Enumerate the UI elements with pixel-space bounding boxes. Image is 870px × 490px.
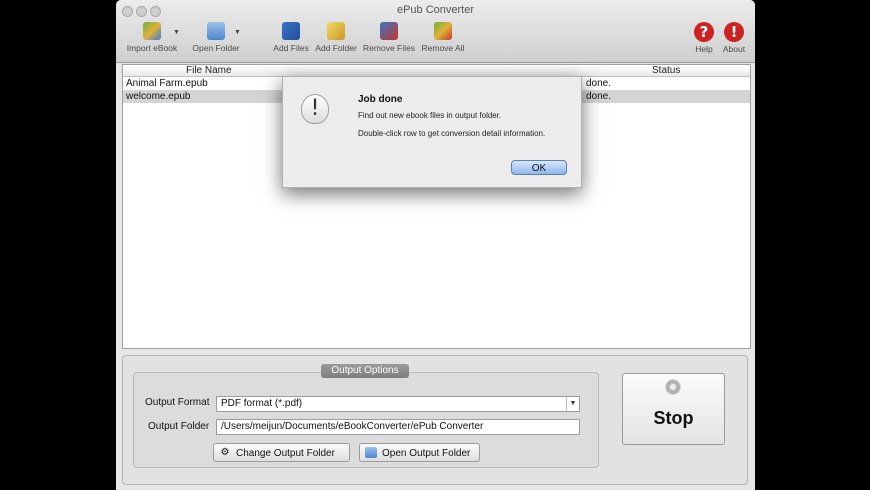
- status-cell: done.: [586, 78, 612, 89]
- chevron-down-icon: ▼: [566, 397, 579, 411]
- open-output-folder-button[interactable]: Open Output Folder: [359, 443, 480, 462]
- column-header-file-name[interactable]: File Name: [186, 65, 232, 77]
- add-files-label: Add Files: [273, 43, 309, 53]
- open-folder-button[interactable]: Open Folder: [190, 22, 242, 53]
- change-output-folder-button[interactable]: ⚙ Change Output Folder: [213, 443, 350, 462]
- remove-all-button[interactable]: Remove All: [420, 22, 466, 53]
- about-label: About: [722, 44, 746, 54]
- open-folder-dropdown-arrow-icon[interactable]: ▼: [234, 29, 241, 36]
- about-button[interactable]: ! About: [720, 22, 748, 54]
- output-folder-label: Output Folder: [148, 421, 210, 432]
- ok-button[interactable]: OK: [511, 160, 567, 175]
- stop-button[interactable]: Stop: [622, 373, 725, 445]
- folder-window-icon: [365, 447, 377, 458]
- output-format-label: Output Format: [145, 397, 210, 408]
- gear-icon: [665, 379, 681, 395]
- gear-icon: ⚙: [220, 447, 230, 458]
- books-icon: [143, 22, 161, 40]
- stop-label: Stop: [653, 408, 694, 428]
- change-output-folder-label: Change Output Folder: [236, 448, 335, 459]
- add-book-icon: [282, 22, 300, 40]
- title-toolbar: ePub Converter Import eBook ▼ Open Folde…: [116, 0, 755, 63]
- remove-all-books-icon: [434, 22, 452, 40]
- output-format-value: PDF format (*.pdf): [221, 398, 303, 409]
- app-window: ePub Converter Import eBook ▼ Open Folde…: [116, 0, 755, 490]
- import-ebook-button[interactable]: Import eBook: [126, 22, 178, 53]
- import-dropdown-arrow-icon[interactable]: ▼: [173, 29, 180, 36]
- file-name-cell: Animal Farm.epub: [126, 78, 208, 89]
- output-options-title: Output Options: [321, 364, 409, 378]
- dialog-detail-message: Double-click row to get conversion detai…: [358, 129, 546, 138]
- remove-files-button[interactable]: Remove Files: [363, 22, 415, 53]
- import-ebook-label: Import eBook: [126, 43, 178, 53]
- help-button[interactable]: ? Help: [692, 22, 716, 54]
- help-label: Help: [695, 44, 713, 54]
- output-format-select[interactable]: PDF format (*.pdf) ▼: [216, 396, 580, 412]
- question-mark-icon: ?: [694, 22, 714, 42]
- column-header-status[interactable]: Status: [652, 65, 680, 77]
- folder-window-icon: [207, 22, 225, 40]
- dialog-title: Job done: [358, 94, 403, 105]
- alert-icon: !: [301, 94, 329, 124]
- open-output-folder-label: Open Output Folder: [382, 448, 471, 459]
- remove-book-icon: [380, 22, 398, 40]
- status-cell: done.: [586, 91, 612, 102]
- exclamation-icon: !: [724, 22, 744, 42]
- add-files-button[interactable]: Add Files: [272, 22, 310, 53]
- open-folder-label: Open Folder: [192, 43, 240, 53]
- output-folder-field[interactable]: /Users/meijun/Documents/eBookConverter/e…: [216, 419, 580, 435]
- remove-all-label: Remove All: [421, 43, 465, 53]
- dialog-message: Find out new ebook files in output folde…: [358, 111, 502, 120]
- file-name-cell: welcome.epub: [126, 91, 191, 102]
- add-folder-icon: [327, 22, 345, 40]
- add-folder-button[interactable]: Add Folder: [314, 22, 358, 53]
- add-folder-label: Add Folder: [315, 43, 357, 53]
- job-done-dialog: ! Job done Find out new ebook files in o…: [282, 76, 582, 188]
- output-folder-value: /Users/meijun/Documents/eBookConverter/e…: [221, 421, 484, 432]
- remove-files-label: Remove Files: [363, 43, 415, 53]
- window-title: ePub Converter: [396, 4, 475, 16]
